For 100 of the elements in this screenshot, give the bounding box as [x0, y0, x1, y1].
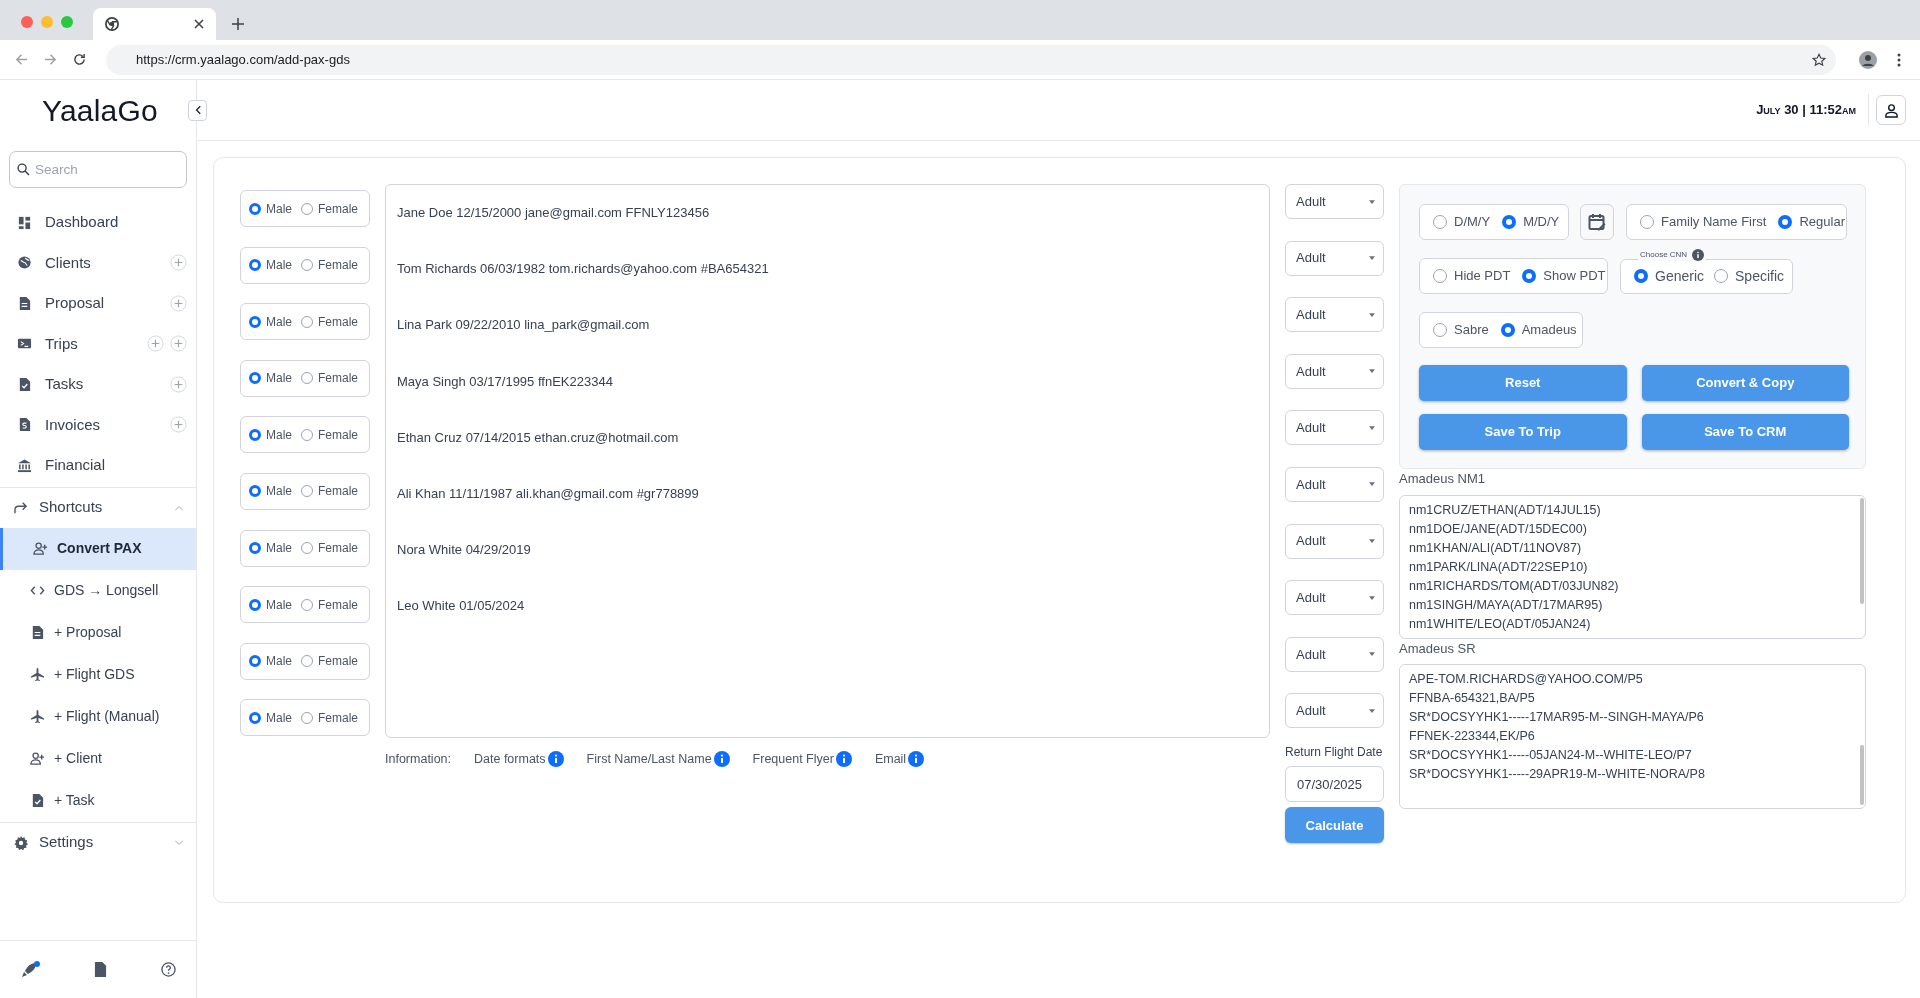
passenger-type-dropdown[interactable]: Adult [1285, 240, 1384, 276]
nav-item[interactable]: Dashboard [45, 211, 119, 234]
text-line: Jane Doe 12/15/2000 jane@gmail.com FFNLY123456 [397, 205, 710, 220]
radio-option[interactable]: Generic [1634, 265, 1705, 287]
info-icon[interactable] [713, 751, 730, 768]
add-icon[interactable] [147, 335, 164, 353]
info-icon[interactable] [908, 751, 925, 768]
radio-option[interactable]: Specific [1714, 265, 1785, 287]
info-icon[interactable] [1692, 248, 1705, 261]
passenger-type-dropdown[interactable]: Adult [1285, 580, 1384, 616]
radio-option[interactable]: Female [301, 256, 359, 275]
document-icon[interactable] [94, 962, 107, 977]
scrollbar-thumb[interactable] [1860, 497, 1864, 604]
back-icon[interactable] [15, 53, 28, 66]
radio-option[interactable]: Male [249, 256, 292, 275]
radio-option[interactable]: Male [249, 539, 292, 558]
output-text-field[interactable]: nm1CRUZ/ETHAN(ADT/14JUL15) nm1DOE/JANE(ADT/15DEC00) nm1KHAN/ALI(ADT/11NOV87) nm1PARK/LINA(ADT/22SEP10) nm1RICHARDS/TOM(ADT/03JUN82) nm1SINGH/MAYA(ADT/17MAR95) nm1WHITE/LEO(ADT/05JAN24) [1399, 494, 1866, 639]
document-icon [17, 295, 32, 311]
nav-item[interactable]: Tasks [45, 373, 84, 396]
selected-nav-item[interactable]: Convert PAX [0, 527, 196, 570]
radio-option[interactable]: Female [301, 539, 359, 558]
address-bar[interactable]: https://crm.yaalago.com/add-pax-gds [106, 44, 1836, 75]
add-icon[interactable] [170, 254, 187, 272]
passenger-type-dropdown[interactable]: Adult [1285, 693, 1384, 729]
bank-icon [17, 457, 32, 473]
forward-icon[interactable] [44, 53, 57, 66]
passenger-type-dropdown[interactable]: Adult [1285, 297, 1384, 333]
browser-menu-icon[interactable] [1897, 52, 1901, 67]
add-icon[interactable] [170, 375, 187, 393]
caret-icon [1369, 425, 1375, 430]
info-icon[interactable] [547, 751, 564, 768]
nav-item[interactable]: + Task [0, 779, 196, 822]
passenger-type-dropdown[interactable]: Adult [1285, 523, 1384, 559]
passenger-type-dropdown[interactable]: Adult [1285, 353, 1384, 389]
close-icon[interactable] [194, 19, 204, 29]
nav-item[interactable]: Trips [45, 332, 78, 355]
passenger-type-dropdown[interactable]: Adult [1285, 184, 1384, 219]
radio-option[interactable]: Female [301, 369, 359, 388]
logo[interactable]: YaalaGo [42, 88, 158, 133]
passenger-type-dropdown[interactable]: Adult [1285, 636, 1384, 672]
help-icon[interactable] [161, 962, 176, 977]
radio-option[interactable]: Amadeus [1500, 320, 1577, 340]
info-icon[interactable] [835, 751, 852, 768]
radio-option[interactable]: Female [301, 199, 359, 218]
radio-option[interactable]: Sabre [1433, 320, 1489, 340]
radio-option[interactable]: Female [301, 595, 359, 614]
collapse-sidebar-button[interactable] [188, 99, 207, 121]
radio-option[interactable]: Male [249, 708, 292, 727]
nav-item[interactable]: Financial [45, 454, 106, 477]
radio-option[interactable]: Show PDT [1522, 266, 1606, 286]
nav-item[interactable]: + Proposal [0, 611, 196, 654]
radio-option[interactable]: Male [249, 199, 292, 218]
nav-item[interactable]: + Client [0, 737, 196, 780]
add-icon[interactable] [170, 294, 187, 312]
text-line: Ali Khan 11/11/1987 ali.khan@gmail.com #gr778899 [397, 485, 699, 501]
add-user-icon [30, 751, 45, 766]
nav-section-title[interactable]: Shortcuts [39, 496, 103, 519]
window-controls-icon[interactable] [21, 16, 73, 28]
date-field[interactable]: 07/30/2025 [1285, 766, 1384, 803]
dashboard-icon [17, 214, 32, 230]
calendar-button[interactable] [1580, 204, 1614, 240]
nav-item[interactable]: Clients [45, 251, 91, 274]
new-tab-icon[interactable] [232, 18, 244, 30]
radio-option[interactable]: Female [301, 708, 359, 727]
add-icon[interactable] [170, 335, 187, 353]
nav-item[interactable]: Settings [39, 831, 94, 854]
nav-item[interactable]: + Flight (Manual) [0, 695, 196, 738]
bookmark-star-icon[interactable] [1812, 52, 1826, 67]
radio-option[interactable]: Female [301, 652, 359, 671]
checklist-icon [30, 793, 45, 808]
passenger-input-field[interactable] [385, 184, 1270, 738]
nav-item[interactable]: + Flight GDS [0, 653, 196, 696]
user-button[interactable] [1876, 95, 1906, 125]
radio-option[interactable]: Regular [1778, 212, 1845, 232]
nav-item[interactable]: GDS → Longsell [0, 569, 196, 612]
radio-option[interactable]: Female [301, 425, 359, 444]
passenger-type-dropdown[interactable]: Adult [1285, 410, 1384, 446]
passenger-type-dropdown[interactable]: Adult [1285, 466, 1384, 502]
radio-option[interactable]: Male [249, 482, 292, 501]
radio-option[interactable]: Male [249, 369, 292, 388]
search-field[interactable]: Search [9, 151, 187, 188]
radio-option[interactable]: Female [301, 482, 359, 501]
browser-tab[interactable] [93, 8, 216, 40]
nav-item[interactable]: Invoices [45, 413, 101, 436]
radio-option[interactable]: D/M/Y [1433, 212, 1491, 232]
radio-option[interactable]: Hide PDT [1433, 266, 1511, 286]
output-text-field[interactable]: APE-TOM.RICHARDS@YAHOO.COM/P5 FFNBA-654321,BA/P5 SR*DOCSYYHK1-----17MAR95-M--SINGH-MAYA/P6 FFNEK-223344,EK/P6 SR*DOCSYYHK1-----05JAN24-M--WHITE-LEO/P7 SR*DOCSYYHK1-----29APR19-M--WHITE-NORA/P8 [1399, 664, 1866, 809]
add-icon[interactable] [170, 416, 187, 434]
radio-option[interactable]: Family Name First [1640, 212, 1767, 232]
radio-option[interactable]: Male [249, 425, 292, 444]
profile-icon[interactable] [1859, 50, 1877, 69]
radio-option[interactable]: Male [249, 595, 292, 614]
radio-option[interactable]: Male [249, 312, 292, 331]
radio-option[interactable]: M/D/Y [1502, 212, 1560, 232]
calendar-edit-icon [1588, 213, 1606, 231]
radio-option[interactable]: Female [301, 312, 359, 331]
radio-option[interactable]: Male [249, 652, 292, 671]
nav-item[interactable]: Proposal [45, 292, 105, 315]
scrollbar-thumb[interactable] [1860, 745, 1864, 805]
reload-icon[interactable] [73, 53, 86, 66]
